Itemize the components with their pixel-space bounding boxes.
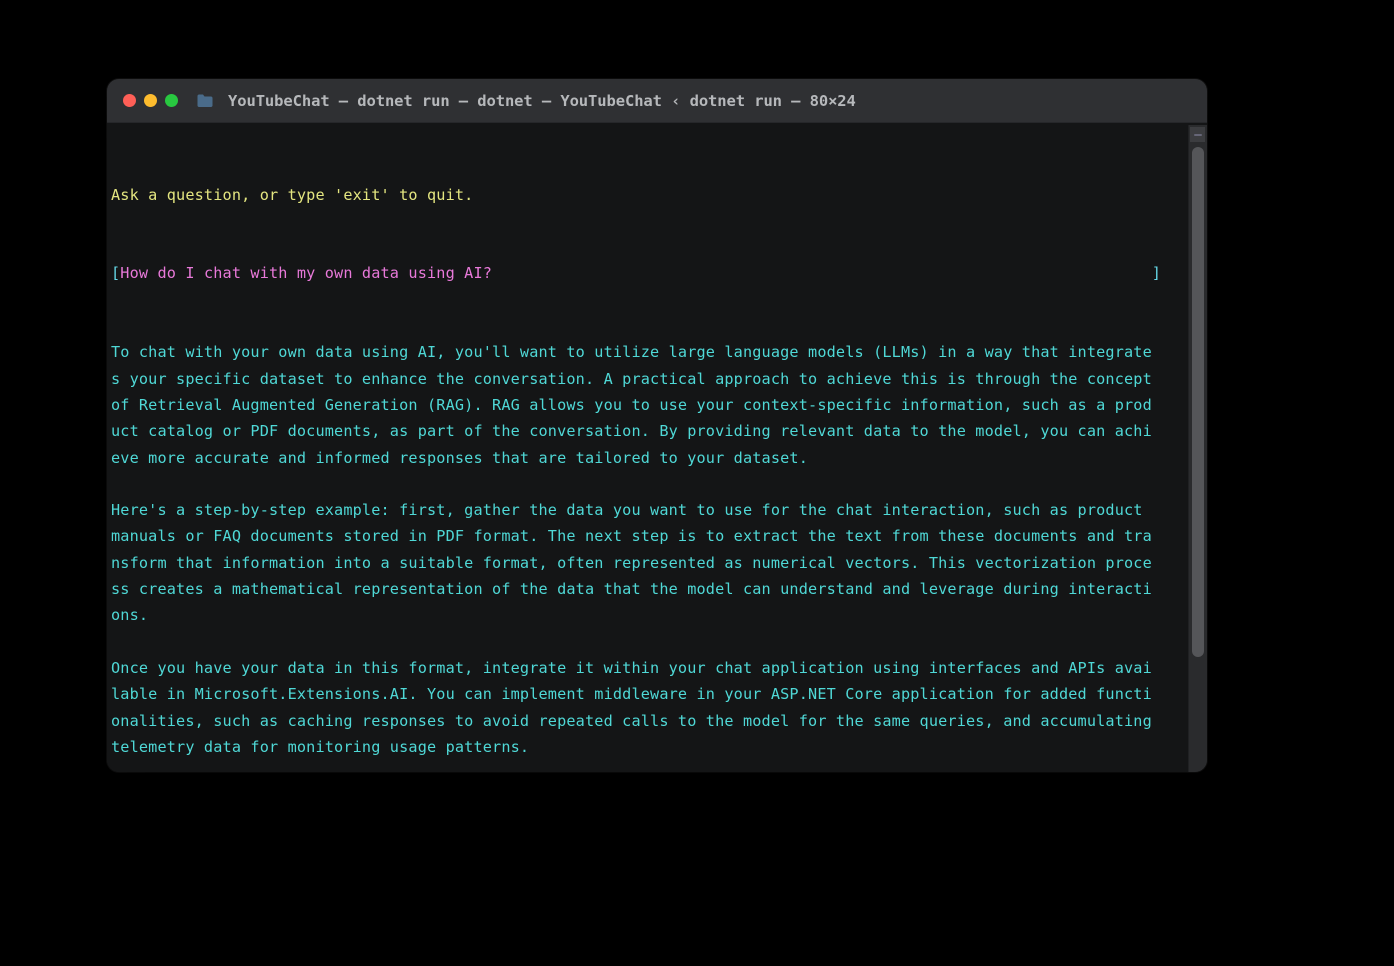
- close-button[interactable]: [123, 94, 136, 107]
- minimize-button[interactable]: [144, 94, 157, 107]
- scroll-up-button[interactable]: [1189, 126, 1206, 143]
- folder-icon: [196, 94, 214, 108]
- title-bar: YouTubeChat — dotnet run — dotnet — YouT…: [107, 79, 1207, 123]
- scrollbar-thumb[interactable]: [1192, 147, 1204, 657]
- prompt-line: Ask a question, or type 'exit' to quit.: [111, 182, 1161, 208]
- window-title: YouTubeChat — dotnet run — dotnet — YouT…: [228, 92, 856, 110]
- traffic-lights: [123, 94, 178, 107]
- scrollbar[interactable]: [1188, 125, 1207, 772]
- maximize-button[interactable]: [165, 94, 178, 107]
- input-line: [How do I chat with my own data using AI…: [111, 260, 1161, 286]
- terminal-window: YouTubeChat — dotnet run — dotnet — YouT…: [107, 79, 1207, 772]
- user-input: How do I chat with my own data using AI?: [120, 260, 492, 286]
- ai-response: To chat with your own data using AI, you…: [111, 339, 1161, 772]
- terminal-content: Ask a question, or type 'exit' to quit. …: [111, 129, 1161, 772]
- terminal-body[interactable]: Ask a question, or type 'exit' to quit. …: [107, 123, 1207, 772]
- input-bracket-left: [: [111, 260, 120, 286]
- input-bracket-right: ]: [1152, 260, 1161, 286]
